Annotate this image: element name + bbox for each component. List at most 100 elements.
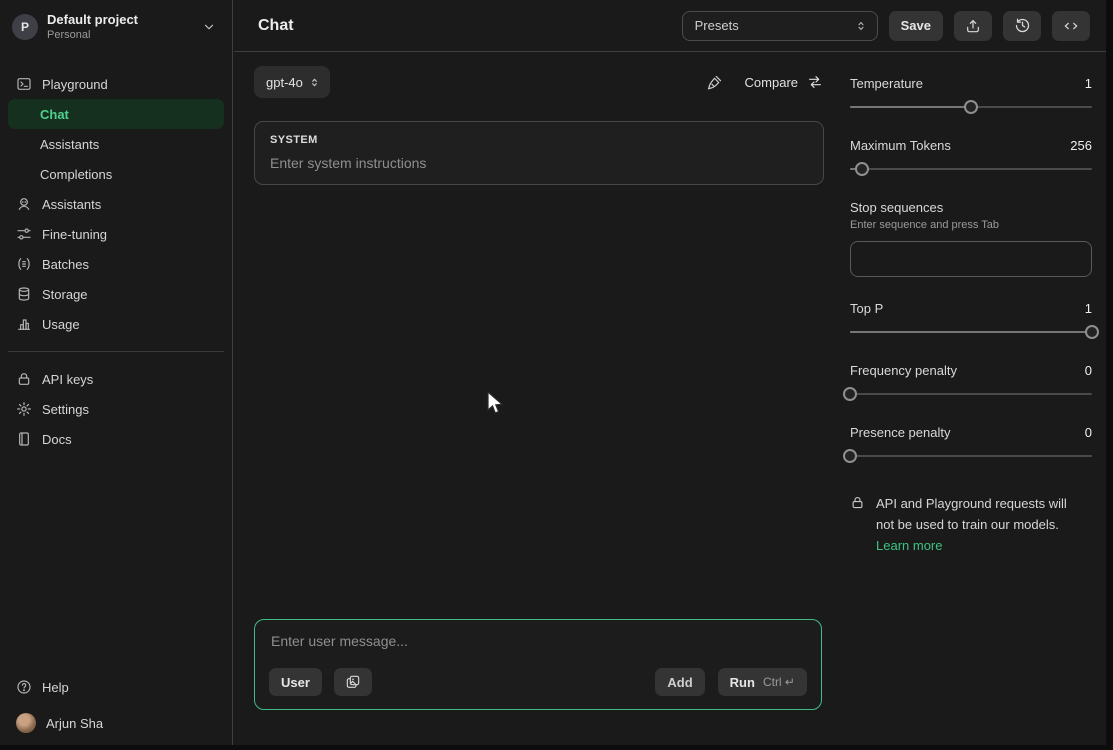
slider-thumb[interactable]: [1085, 325, 1099, 339]
sidebar-item-label: Help: [42, 680, 69, 695]
system-instructions-placeholder[interactable]: Enter system instructions: [270, 155, 808, 171]
run-button[interactable]: Run Ctrl ↵: [718, 668, 807, 696]
presets-select[interactable]: Presets: [682, 11, 878, 41]
sidebar-item-help[interactable]: Help: [8, 672, 224, 702]
project-switcher[interactable]: P Default project Personal: [0, 0, 232, 55]
user-message-composer[interactable]: Enter user message... User Add Run Ctrl …: [254, 619, 822, 710]
scrollbar-track-horizontal[interactable]: [0, 745, 1113, 750]
stop-sequences-input[interactable]: [850, 241, 1092, 277]
assistant-face-icon: [16, 196, 32, 212]
gear-icon: [16, 401, 32, 417]
sidebar: P Default project Personal Playground Ch…: [0, 0, 233, 750]
learn-more-link[interactable]: Learn more: [876, 535, 942, 556]
sidebar-item-completions[interactable]: Completions: [8, 159, 224, 189]
history-icon[interactable]: [1003, 11, 1041, 41]
sidebar-item-label: Usage: [42, 317, 80, 332]
clear-broom-icon[interactable]: [706, 74, 723, 91]
sidebar-item-usage[interactable]: Usage: [8, 309, 224, 339]
sidebar-item-chat[interactable]: Chat: [8, 99, 224, 129]
chevron-updown-icon: [855, 19, 867, 33]
model-name: gpt-4o: [266, 75, 303, 90]
sidebar-item-batches[interactable]: Batches: [8, 249, 224, 279]
sidebar-item-account[interactable]: Arjun Sha: [8, 708, 224, 738]
frequency-penalty-slider[interactable]: [850, 387, 1092, 401]
sidebar-item-storage[interactable]: Storage: [8, 279, 224, 309]
sidebar-item-fine-tuning[interactable]: Fine-tuning: [8, 219, 224, 249]
sidebar-item-docs[interactable]: Docs: [8, 424, 224, 454]
composer-right-actions: Add Run Ctrl ↵: [655, 668, 807, 696]
sidebar-nav: Playground Chat Assistants Completions A…: [0, 69, 232, 454]
main-area: Chat Presets Save: [234, 0, 1113, 750]
stop-sequences-hint: Enter sequence and press Tab: [850, 219, 1092, 231]
top-p-slider[interactable]: [850, 325, 1092, 339]
sidebar-item-assistants-sub[interactable]: Assistants: [8, 129, 224, 159]
chat-column: gpt-4o Compare: [254, 52, 824, 750]
slider-thumb[interactable]: [964, 100, 978, 114]
project-avatar: P: [12, 14, 38, 40]
presets-label: Presets: [695, 18, 739, 33]
add-message-button[interactable]: Add: [655, 668, 704, 696]
param-stop-sequences: Stop sequences Enter sequence and press …: [850, 200, 1092, 277]
slider-fill: [850, 331, 1092, 333]
compare-arrows-icon: [806, 74, 824, 90]
sidebar-item-api-keys[interactable]: API keys: [8, 364, 224, 394]
temperature-slider[interactable]: [850, 100, 1092, 114]
max-tokens-slider[interactable]: [850, 162, 1092, 176]
sidebar-item-label: Fine-tuning: [42, 227, 107, 242]
database-icon: [16, 286, 32, 302]
project-type: Personal: [47, 29, 202, 41]
param-label: Maximum Tokens: [850, 138, 951, 153]
bar-chart-icon: [16, 316, 32, 332]
playground-app: P Default project Personal Playground Ch…: [0, 0, 1113, 750]
run-label: Run: [730, 675, 755, 690]
scrollbar-track-vertical[interactable]: [1106, 0, 1113, 750]
sidebar-footer: Help Arjun Sha: [0, 672, 232, 738]
topbar-actions: Presets Save: [682, 11, 1090, 41]
code-icon[interactable]: [1052, 11, 1090, 41]
sidebar-item-playground[interactable]: Playground: [8, 69, 224, 99]
run-shortcut: Ctrl ↵: [763, 675, 795, 689]
user-name: Arjun Sha: [46, 716, 103, 731]
privacy-notice-text: API and Playground requests will not be …: [876, 493, 1068, 556]
sidebar-item-label: Settings: [42, 402, 89, 417]
param-label: Frequency penalty: [850, 363, 957, 378]
sidebar-item-label: Docs: [42, 432, 72, 447]
batches-icon: [16, 256, 32, 272]
model-select[interactable]: gpt-4o: [254, 66, 330, 98]
slider-track: [850, 168, 1092, 170]
sidebar-item-assistants[interactable]: Assistants: [8, 189, 224, 219]
attach-image-icon[interactable]: [334, 668, 372, 696]
slider-thumb[interactable]: [843, 449, 857, 463]
param-temperature: Temperature 1: [850, 76, 1092, 114]
sidebar-item-settings[interactable]: Settings: [8, 394, 224, 424]
page-title: Chat: [258, 17, 294, 35]
project-name: Default project: [47, 12, 202, 27]
slider-thumb[interactable]: [855, 162, 869, 176]
save-button[interactable]: Save: [889, 11, 943, 41]
compare-button[interactable]: Compare: [745, 74, 824, 90]
param-frequency-penalty: Frequency penalty 0: [850, 363, 1092, 401]
sidebar-divider: [8, 351, 224, 352]
model-row: gpt-4o Compare: [254, 66, 824, 98]
user-message-placeholder[interactable]: Enter user message...: [269, 633, 807, 649]
slider-thumb[interactable]: [843, 387, 857, 401]
main-body: gpt-4o Compare: [234, 52, 1113, 750]
param-label: Temperature: [850, 76, 923, 91]
param-max-tokens: Maximum Tokens 256: [850, 138, 1092, 176]
param-label: Stop sequences: [850, 200, 943, 215]
compare-label: Compare: [745, 75, 798, 90]
param-presence-penalty: Presence penalty 0: [850, 425, 1092, 463]
presence-penalty-slider[interactable]: [850, 449, 1092, 463]
sliders-icon: [16, 226, 32, 242]
slider-fill: [850, 106, 971, 108]
model-row-actions: Compare: [706, 74, 824, 91]
share-icon[interactable]: [954, 11, 992, 41]
sidebar-item-label: Completions: [40, 167, 112, 182]
privacy-notice: API and Playground requests will not be …: [850, 493, 1092, 556]
sidebar-item-label: Assistants: [40, 137, 99, 152]
role-user-button[interactable]: User: [269, 668, 322, 696]
system-message-panel[interactable]: SYSTEM Enter system instructions: [254, 121, 824, 185]
slider-track: [850, 455, 1092, 457]
composer-actions: User Add Run Ctrl ↵: [269, 668, 807, 696]
topbar: Chat Presets Save: [234, 0, 1113, 52]
